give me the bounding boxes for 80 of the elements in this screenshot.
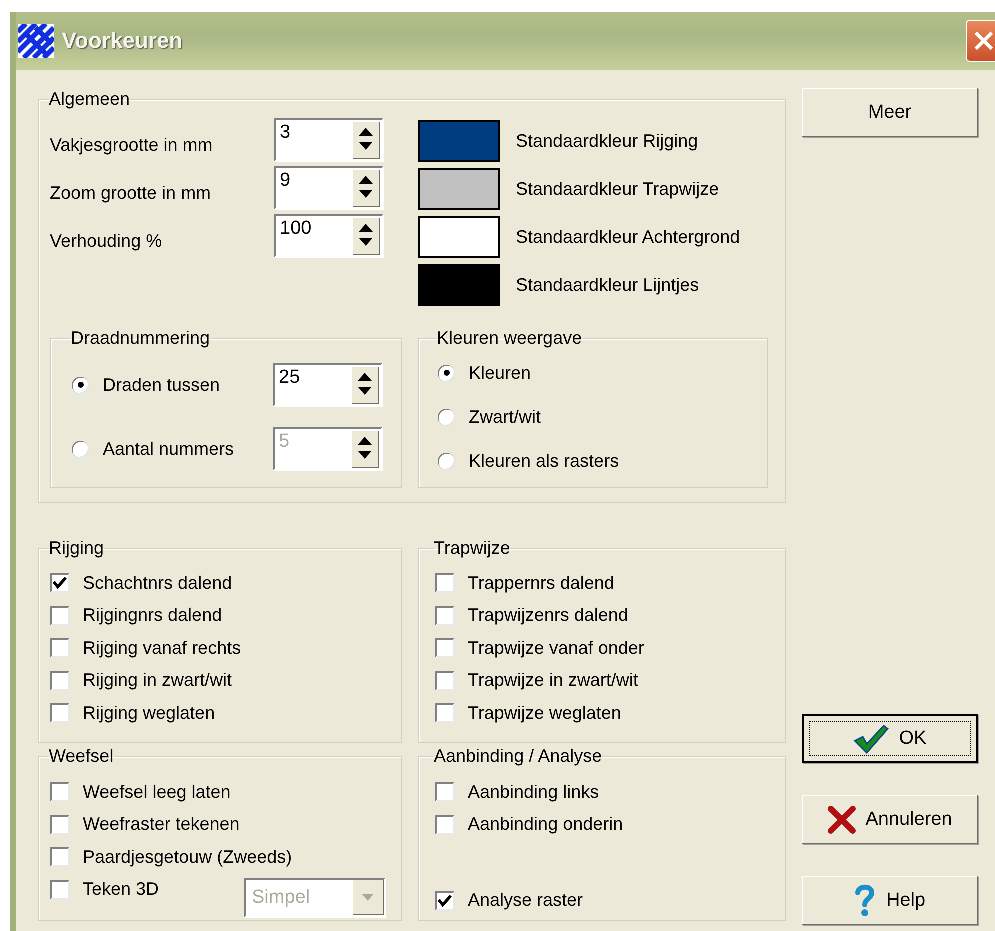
spin-arrows-icon[interactable] bbox=[353, 218, 380, 255]
field-label: Zoom grootte in mm bbox=[50, 182, 212, 204]
cancel-button[interactable]: Annuleren bbox=[802, 795, 978, 844]
checkbox[interactable] bbox=[435, 573, 455, 594]
color-label: Standaardkleur Rijging bbox=[516, 130, 698, 152]
checkbox-label: Rijging weglaten bbox=[83, 702, 216, 724]
spin-arrows-icon[interactable] bbox=[353, 122, 380, 159]
checkbox-label: Schachtnrs dalend bbox=[83, 572, 232, 594]
checkbox[interactable] bbox=[50, 703, 70, 724]
checkmark-icon bbox=[853, 724, 890, 754]
checkbox[interactable] bbox=[435, 606, 455, 626]
checkbox-label: Trapwijze in zwart/wit bbox=[468, 670, 638, 692]
help-button[interactable]: Help bbox=[802, 876, 978, 925]
cross-icon bbox=[828, 806, 856, 834]
checkbox-label: Teken 3D bbox=[83, 879, 160, 900]
radio-button[interactable] bbox=[72, 376, 89, 394]
color-swatch[interactable] bbox=[418, 120, 500, 162]
radio-label: Kleuren als rasters bbox=[469, 450, 620, 472]
color-label: Standaardkleur Trapwijze bbox=[516, 178, 720, 200]
group-title: Aanbinding / Analyse bbox=[434, 745, 602, 767]
checkbox[interactable] bbox=[50, 814, 70, 835]
field-label: Verhouding % bbox=[50, 230, 164, 252]
checkbox-label: Aanbinding links bbox=[468, 782, 600, 803]
group-title: Kleuren weergave bbox=[437, 327, 582, 349]
close-icon bbox=[972, 30, 994, 52]
checkbox-label: Trappernrs dalend bbox=[468, 572, 614, 594]
checkbox-label: Paardjesgetouw (Zweeds) bbox=[83, 846, 292, 868]
window-title: Voorkeuren bbox=[62, 28, 183, 54]
checkbox[interactable] bbox=[50, 782, 70, 802]
spin-arrows-icon[interactable] bbox=[352, 367, 379, 404]
radio-label: Kleuren bbox=[469, 362, 532, 384]
checkbox[interactable] bbox=[50, 847, 70, 868]
color-swatch[interactable] bbox=[418, 264, 500, 306]
more-button[interactable]: Meer bbox=[802, 88, 978, 137]
group-title: Rijging bbox=[49, 537, 104, 559]
checkbox[interactable] bbox=[50, 880, 70, 900]
checkbox[interactable] bbox=[435, 638, 455, 658]
checkbox[interactable] bbox=[435, 670, 455, 691]
group-title: Weefsel bbox=[49, 745, 114, 767]
group-title: Draadnummering bbox=[71, 327, 210, 349]
spin-arrows-icon[interactable] bbox=[353, 170, 380, 207]
checkbox-label: Rijging vanaf rechts bbox=[83, 638, 242, 659]
group-title: Algemeen bbox=[49, 88, 130, 110]
color-swatch[interactable] bbox=[418, 216, 500, 258]
radio-button[interactable] bbox=[438, 364, 455, 382]
radio-label: Draden tussen bbox=[103, 374, 222, 396]
color-label: Standaardkleur Lijntjes bbox=[516, 274, 700, 296]
checkbox-label: Rijging in zwart/wit bbox=[83, 670, 232, 692]
checkbox-label: Trapwijzenrs dalend bbox=[468, 605, 628, 626]
spin-box[interactable]: 9 bbox=[274, 166, 384, 210]
checkbox-label: Rijgingnrs dalend bbox=[83, 605, 222, 626]
radio-button[interactable] bbox=[438, 452, 455, 470]
field-label: Vakjesgrootte in mm bbox=[50, 134, 214, 156]
checkbox[interactable] bbox=[50, 606, 70, 626]
weave-icon bbox=[18, 24, 54, 58]
radio-label: Aantal nummers bbox=[103, 438, 236, 460]
spin-box[interactable]: 100 bbox=[274, 214, 384, 258]
close-button[interactable] bbox=[966, 20, 995, 62]
spin-box[interactable]: 25 bbox=[273, 363, 383, 407]
help-icon bbox=[854, 884, 876, 918]
ok-button[interactable]: OK bbox=[802, 714, 978, 763]
checkbox[interactable] bbox=[435, 782, 455, 802]
checkbox-label: Analyse raster bbox=[468, 890, 584, 912]
spin-box[interactable]: 3 bbox=[274, 118, 384, 162]
checkbox-label: Weefsel leeg laten bbox=[83, 782, 231, 803]
radio-button[interactable] bbox=[438, 408, 455, 426]
checkbox-label: Weefraster tekenen bbox=[83, 814, 240, 836]
checkbox-label: Aanbinding onderin bbox=[468, 814, 624, 836]
checkbox-label: Trapwijze weglaten bbox=[468, 702, 622, 724]
checkbox[interactable] bbox=[50, 573, 70, 594]
radio-label: Zwart/wit bbox=[469, 406, 541, 428]
checkbox[interactable] bbox=[435, 814, 455, 835]
color-swatch[interactable] bbox=[418, 168, 500, 210]
checkbox[interactable] bbox=[435, 703, 455, 724]
checkbox[interactable] bbox=[50, 638, 70, 658]
checkbox[interactable] bbox=[50, 670, 70, 691]
checkbox[interactable] bbox=[435, 890, 455, 911]
color-label: Standaardkleur Achtergrond bbox=[516, 226, 740, 248]
checkbox-label: Trapwijze vanaf onder bbox=[468, 638, 644, 659]
group-title: Trapwijze bbox=[434, 537, 510, 559]
